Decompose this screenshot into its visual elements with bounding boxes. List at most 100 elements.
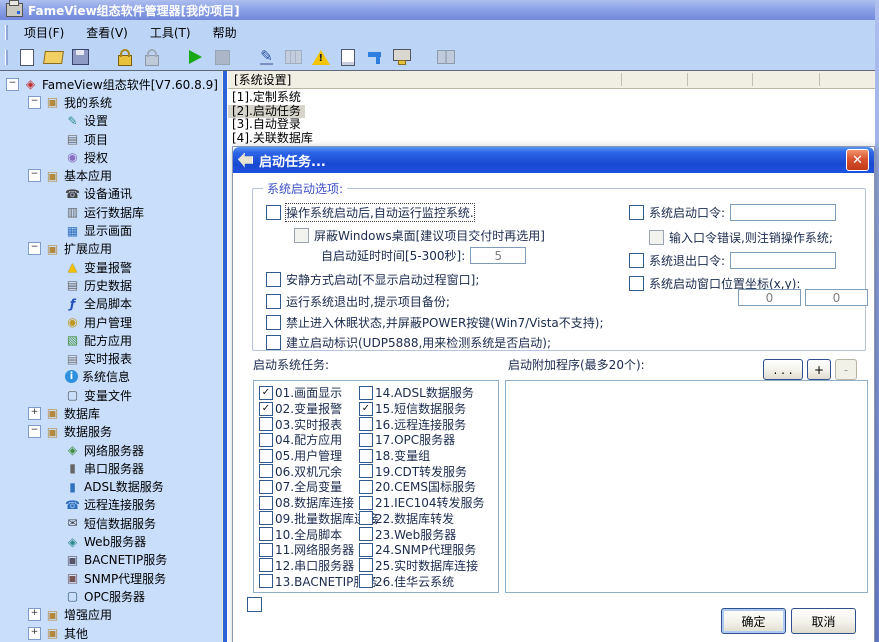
tree-item[interactable]: −▣我的系统 bbox=[0, 93, 222, 111]
tree-item[interactable]: −▣基本应用 bbox=[0, 166, 222, 184]
lock-button[interactable] bbox=[139, 46, 164, 68]
start-password-checkbox[interactable] bbox=[629, 205, 644, 220]
menu-item-help[interactable]: 帮助 bbox=[202, 21, 248, 44]
task-checkbox[interactable] bbox=[359, 496, 373, 510]
save-button[interactable] bbox=[68, 46, 93, 68]
task-item[interactable]: 14.ADSL数据服务 bbox=[359, 385, 485, 401]
menu-item-tools[interactable]: 工具(T) bbox=[139, 21, 202, 44]
task-checkbox[interactable] bbox=[359, 558, 373, 572]
task-checkbox[interactable] bbox=[259, 558, 273, 572]
window-pos-y-input[interactable] bbox=[805, 289, 868, 306]
delay-input[interactable] bbox=[470, 247, 526, 264]
startup-flag-checkbox[interactable] bbox=[266, 335, 281, 350]
collapse-icon[interactable]: − bbox=[28, 425, 41, 438]
task-item[interactable]: 23.Web服务器 bbox=[359, 526, 485, 542]
task-checkbox[interactable] bbox=[359, 433, 373, 447]
task-item[interactable]: 19.CDT转发服务 bbox=[359, 463, 485, 479]
task-checkbox[interactable] bbox=[259, 417, 273, 431]
task-checkbox[interactable] bbox=[359, 543, 373, 557]
startup-tasks-list[interactable]: 01.画面显示02.变量报警03.实时报表04.配方应用05.用户管理06.双机… bbox=[253, 380, 499, 593]
tree-item[interactable]: ▣BACNETIP服务 bbox=[0, 551, 222, 569]
autorun-checkbox[interactable] bbox=[266, 205, 281, 220]
settings-list-item[interactable]: [4].关联数据库 bbox=[228, 132, 317, 146]
task-checkbox[interactable] bbox=[259, 433, 273, 447]
task-checkbox[interactable] bbox=[259, 527, 273, 541]
task-checkbox[interactable] bbox=[259, 402, 273, 416]
backup-prompt-checkbox[interactable] bbox=[266, 294, 281, 309]
task-checkbox[interactable] bbox=[359, 449, 373, 463]
stop-button[interactable] bbox=[210, 46, 235, 68]
tree-item[interactable]: −◈FameView组态软件[V7.60.8.9] bbox=[0, 75, 222, 93]
tree-item[interactable]: −▣数据服务 bbox=[0, 423, 222, 441]
close-icon[interactable]: ✕ bbox=[846, 149, 869, 171]
window-pos-checkbox[interactable] bbox=[629, 276, 644, 291]
collapse-icon[interactable]: − bbox=[28, 242, 41, 255]
task-checkbox[interactable] bbox=[259, 464, 273, 478]
task-checkbox[interactable] bbox=[259, 511, 273, 525]
mask-desktop-checkbox[interactable] bbox=[294, 228, 309, 243]
tree-item[interactable]: ✉短信数据服务 bbox=[0, 514, 222, 532]
report-button[interactable] bbox=[335, 46, 360, 68]
tree-item[interactable]: ☎远程连接服务 bbox=[0, 496, 222, 514]
tree-item[interactable]: ✎设置 bbox=[0, 112, 222, 130]
tree-item[interactable]: ▣SNMP代理服务 bbox=[0, 569, 222, 587]
task-item[interactable]: 22.数据库转发 bbox=[359, 511, 485, 527]
tree-item[interactable]: +▣数据库 bbox=[0, 404, 222, 422]
expand-icon[interactable]: + bbox=[28, 608, 41, 621]
tree-item[interactable]: ƒ全局脚本 bbox=[0, 295, 222, 313]
tree-item[interactable]: ▢OPC服务器 bbox=[0, 587, 222, 605]
cancel-button[interactable]: 取消 bbox=[791, 608, 856, 634]
task-checkbox[interactable] bbox=[359, 574, 373, 588]
task-item[interactable]: 18.变量组 bbox=[359, 448, 485, 464]
task-checkbox[interactable] bbox=[359, 480, 373, 494]
settings-list-item[interactable]: [3].自动登录 bbox=[228, 118, 305, 132]
tree-item[interactable]: ▥运行数据库 bbox=[0, 203, 222, 221]
task-checkbox[interactable] bbox=[259, 574, 273, 588]
run-button[interactable] bbox=[183, 46, 208, 68]
tree-item[interactable]: +▣增强应用 bbox=[0, 606, 222, 624]
tree-item[interactable]: ▤实时报表 bbox=[0, 349, 222, 367]
data-source-button[interactable] bbox=[362, 46, 387, 68]
task-item[interactable]: 17.OPC服务器 bbox=[359, 432, 485, 448]
tree-item[interactable]: ▲变量报警 bbox=[0, 258, 222, 276]
exit-password-input[interactable] bbox=[730, 252, 836, 269]
tree-item[interactable]: +▣其他 bbox=[0, 624, 222, 642]
menu-item-project[interactable]: 项目(F) bbox=[13, 21, 75, 44]
expand-icon[interactable]: + bbox=[28, 627, 41, 640]
tree-item[interactable]: ▮ADSL数据服务 bbox=[0, 478, 222, 496]
add-addon-button[interactable]: + bbox=[807, 359, 831, 380]
exit-password-checkbox[interactable] bbox=[629, 253, 644, 268]
task-checkbox[interactable] bbox=[259, 480, 273, 494]
task-checkbox[interactable] bbox=[359, 417, 373, 431]
task-checkbox[interactable] bbox=[359, 464, 373, 478]
tree-item[interactable]: ▤项目 bbox=[0, 130, 222, 148]
ok-button[interactable]: 确定 bbox=[721, 608, 786, 634]
task-checkbox[interactable] bbox=[359, 527, 373, 541]
tree-item[interactable]: −▣扩展应用 bbox=[0, 240, 222, 258]
menu-item-view[interactable]: 查看(V) bbox=[75, 21, 139, 44]
task-checkbox[interactable] bbox=[259, 543, 273, 557]
collapse-icon[interactable]: − bbox=[28, 169, 41, 182]
collapse-icon[interactable]: − bbox=[28, 96, 41, 109]
collapse-icon[interactable]: − bbox=[6, 78, 19, 91]
expand-icon[interactable]: + bbox=[28, 407, 41, 420]
task-checkbox[interactable] bbox=[259, 449, 273, 463]
tree-item[interactable]: ◉授权 bbox=[0, 148, 222, 166]
tree-item[interactable]: ▦显示画面 bbox=[0, 221, 222, 239]
tree-item[interactable]: i系统信息 bbox=[0, 368, 222, 386]
open-project-button[interactable] bbox=[41, 46, 66, 68]
task-item[interactable]: 24.SNMP代理服务 bbox=[359, 542, 485, 558]
task-checkbox[interactable] bbox=[259, 386, 273, 400]
tree-item[interactable]: ▧配方应用 bbox=[0, 331, 222, 349]
task-item[interactable]: 16.远程连接服务 bbox=[359, 416, 485, 432]
design-button[interactable]: ✎ bbox=[254, 46, 279, 68]
settings-list-item[interactable]: [1].定制系统 bbox=[228, 91, 305, 105]
task-item[interactable]: 21.IEC104转发服务 bbox=[359, 495, 485, 511]
task-checkbox[interactable] bbox=[259, 496, 273, 510]
tree-item[interactable]: ▮串口服务器 bbox=[0, 459, 222, 477]
task-checkbox[interactable] bbox=[359, 511, 373, 525]
task-item[interactable]: 20.CEMS国标服务 bbox=[359, 479, 485, 495]
extra-checkbox[interactable] bbox=[247, 597, 262, 612]
remove-addon-button[interactable]: - bbox=[835, 359, 857, 380]
tree-item[interactable]: ◈Web服务器 bbox=[0, 532, 222, 550]
